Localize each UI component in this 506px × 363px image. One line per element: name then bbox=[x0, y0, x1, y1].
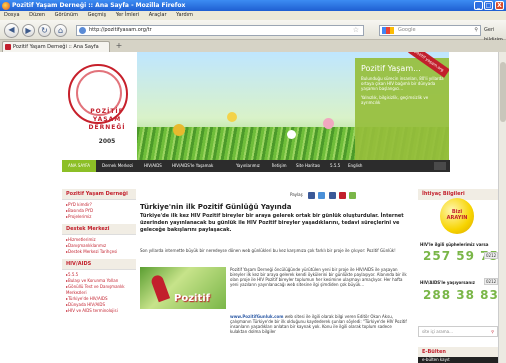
flower-icon bbox=[287, 130, 296, 139]
logo-text: POZİTİF YAŞAM DERNEĞİ bbox=[82, 108, 132, 132]
menu-yer-imleri[interactable]: Yer İmleri bbox=[116, 12, 139, 18]
forward-icon[interactable]: ▶ bbox=[22, 24, 35, 37]
share-label[interactable]: Paylaş bbox=[290, 192, 303, 197]
book-title: Pozitif bbox=[174, 293, 211, 304]
logo-line-3: DERNEĞİ bbox=[88, 124, 126, 131]
article-paragraph-3: www.PozitifGunluk.com web sitesi ile ilg… bbox=[230, 314, 410, 334]
menu-gecmis[interactable]: Geçmiş bbox=[88, 12, 107, 18]
flower-icon bbox=[323, 118, 334, 129]
hotline-prefix-2: 0212 bbox=[484, 278, 499, 285]
title-bar: Pozitif Yaşam Derneği :: Ana Sayfa - Moz… bbox=[0, 0, 506, 11]
left-link[interactable]: HIV ve AIDS terminolojisi bbox=[66, 308, 118, 314]
print-icon[interactable] bbox=[307, 191, 315, 199]
flower-icon bbox=[173, 124, 185, 136]
article-paragraph-1: Son yıllarda internette büyük bir nerede… bbox=[140, 248, 396, 253]
nav-item-hiv-aids-le-yasamak[interactable]: HIV/AIDS'le Yaşamak bbox=[172, 160, 213, 172]
site-icon bbox=[79, 27, 86, 34]
back-icon[interactable]: ◀ bbox=[4, 23, 19, 38]
hotline-prefix-1: 0212 bbox=[484, 252, 499, 259]
hotline-number-2: 288 38 83 bbox=[423, 288, 499, 302]
web-page: POZİTİF YAŞAM DERNEĞİ 2005 Pozitif Yaşam… bbox=[0, 52, 506, 363]
maximize-button[interactable]: □ bbox=[484, 1, 493, 10]
bookmark-icon[interactable] bbox=[349, 191, 357, 199]
menu-araclar[interactable]: Araçlar bbox=[149, 12, 167, 18]
nav-item-iletisim[interactable]: İletişim bbox=[272, 160, 287, 172]
url-bar[interactable]: http://pozitifyasam.org/tr ☆ bbox=[76, 25, 364, 36]
google-icon bbox=[382, 27, 394, 34]
banner-text-2: Yalnızlık, bilgisizlik, geçimsizlik ve a… bbox=[361, 95, 429, 105]
tab-strip: Pozitif Yaşam Derneği :: Ana Sayfa + bbox=[0, 40, 506, 52]
main-nav: ANA SAYFA Dernek Merkezi HIV/AIDS HIV/AI… bbox=[62, 160, 450, 172]
window-title: Pozitif Yaşam Derneği :: Ana Sayfa - Moz… bbox=[12, 2, 186, 9]
share-toolbar: Paylaş bbox=[290, 190, 410, 200]
search-placeholder: Google bbox=[398, 27, 416, 33]
left-link[interactable]: Destek Merkezi Tarihçesi bbox=[66, 249, 117, 255]
bulletin-subscribe[interactable]: e-bülten kayıt bbox=[418, 357, 498, 363]
nav-item-yayinlarimiz[interactable]: Yayınlarımız bbox=[236, 160, 260, 172]
nav-item-site-haritasi[interactable]: Site Haritası bbox=[296, 160, 320, 172]
bookmark-star-icon[interactable]: ☆ bbox=[353, 26, 359, 35]
nav-home[interactable]: ANA SAYFA bbox=[62, 160, 96, 172]
new-tab-button[interactable]: + bbox=[114, 41, 124, 51]
close-button[interactable]: X bbox=[495, 1, 504, 10]
scrollbar-thumb[interactable] bbox=[500, 62, 506, 122]
email-icon[interactable] bbox=[338, 191, 346, 199]
facebook-icon[interactable] bbox=[328, 191, 336, 199]
url-text: http://pozitifyasam.org/tr bbox=[89, 27, 152, 33]
nav-item-english[interactable]: English bbox=[348, 160, 362, 172]
menu-gorunum[interactable]: Görünüm bbox=[55, 12, 78, 18]
site-search-input[interactable]: site içi arama... ⚲ bbox=[418, 326, 498, 337]
nav-item-555[interactable]: 5.5.5 bbox=[330, 160, 340, 172]
logo-line-1: POZİTİF bbox=[90, 108, 124, 115]
banner-text-1: Bulunduğu sürecin insanları, 80'li yılla… bbox=[361, 76, 444, 91]
search-icon[interactable]: ⚲ bbox=[474, 26, 478, 35]
red-ribbon-icon bbox=[149, 273, 171, 303]
logo-year: 2005 bbox=[98, 138, 116, 145]
call-us-bubble[interactable]: Bizi ARAYIN bbox=[440, 198, 474, 234]
tab-label: Pozitif Yaşam Derneği :: Ana Sayfa bbox=[13, 44, 99, 50]
header-banner: Pozitif Yaşam... Bulunduğu sürecin insan… bbox=[137, 52, 449, 172]
logo-line-2: YAŞAM bbox=[92, 116, 122, 123]
article-lead: Türkiye'de ilk kez HIV Pozitif bireyler … bbox=[140, 213, 404, 233]
flower-icon bbox=[227, 112, 237, 122]
tab-favicon-icon bbox=[5, 44, 11, 50]
search-icon[interactable]: ⚲ bbox=[491, 327, 494, 336]
menu-yardim[interactable]: Yardım bbox=[176, 12, 193, 18]
site-search-placeholder: site içi arama... bbox=[422, 329, 453, 334]
banner-panel: Pozitif Yaşam... Bulunduğu sürecin insan… bbox=[355, 58, 449, 166]
vertical-scrollbar[interactable] bbox=[498, 52, 506, 363]
firefox-icon bbox=[2, 2, 10, 10]
twitter-icon[interactable] bbox=[318, 191, 326, 199]
bubble-line-2: ARAYIN bbox=[446, 215, 468, 221]
hotline-label-2: HIV/AIDS'le yaşıyorsanız bbox=[420, 280, 475, 285]
minimize-button[interactable]: _ bbox=[474, 1, 483, 10]
nav-item-dernek-merkezi[interactable]: Dernek Merkezi bbox=[102, 160, 133, 172]
section-title[interactable]: Destek Merkezi bbox=[62, 224, 136, 235]
home-icon[interactable]: ⌂ bbox=[54, 24, 67, 37]
article-paragraph-2: Pozitif Yaşam Derneği öncülüğünde yürütü… bbox=[230, 267, 407, 287]
book-cover-image: Pozitif bbox=[140, 267, 226, 309]
hotline-label-1: HIV'le ilgili şüphelerimiz varsa bbox=[420, 242, 489, 247]
nav-item-hiv-aids[interactable]: HIV/AIDS bbox=[144, 160, 162, 172]
menu-bar: Dosya Düzen Görünüm Geçmiş Yer İmleri Ar… bbox=[0, 11, 506, 20]
menu-duzen[interactable]: Düzen bbox=[29, 12, 45, 18]
menu-dosya[interactable]: Dosya bbox=[4, 12, 20, 18]
browser-window: Pozitif Yaşam Derneği :: Ana Sayfa - Moz… bbox=[0, 0, 506, 363]
left-link[interactable]: Projelerimiz bbox=[66, 214, 91, 220]
reload-icon[interactable]: ↻ bbox=[38, 24, 51, 37]
navigation-toolbar: ◀ ▶ ↻ ⌂ http://pozitifyasam.org/tr ☆ Goo… bbox=[0, 20, 506, 43]
search-input[interactable]: Google ⚲ bbox=[379, 25, 481, 36]
section-title[interactable]: HIV/AIDS bbox=[62, 259, 136, 270]
bulletin-title: E-Bülten bbox=[418, 347, 498, 357]
nav-search-icon[interactable] bbox=[434, 162, 446, 170]
article-headline[interactable]: Türkiye'nin ilk Pozitif Günlüğü Yayında bbox=[140, 203, 410, 211]
section-title[interactable]: Pozitif Yaşam Derneği bbox=[62, 189, 136, 200]
tab-active[interactable]: Pozitif Yaşam Derneği :: Ana Sayfa bbox=[2, 41, 110, 52]
left-link[interactable]: Gönüllü Test ve Danışmanlık Merkezleri bbox=[66, 284, 136, 296]
